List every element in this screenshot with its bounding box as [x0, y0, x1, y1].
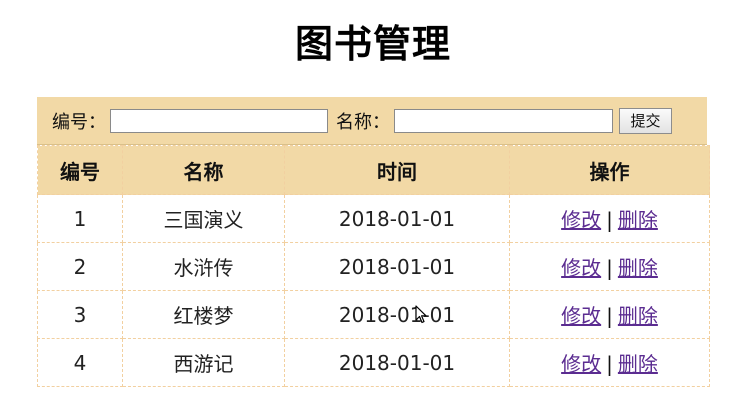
- column-header-actions: 操作: [509, 145, 710, 195]
- book-time-cell: 2018-01-01: [284, 338, 510, 387]
- edit-link[interactable]: 修改: [561, 208, 601, 232]
- column-header-id: 编号: [37, 145, 123, 195]
- book-id-cell: 1: [37, 194, 123, 243]
- column-header-time: 时间: [284, 145, 510, 195]
- table-row: 2 水浒传 2018-01-01 修改 | 删除: [37, 242, 710, 291]
- book-management-page: 图书管理 编号： 名称： 提交 编号 名称 时间 操作 1 三国演义 2018-…: [0, 0, 746, 411]
- edit-link[interactable]: 修改: [561, 352, 601, 376]
- name-label: 名称：: [336, 111, 390, 133]
- book-time-cell: 2018-01-01: [284, 242, 510, 291]
- delete-link[interactable]: 删除: [618, 352, 658, 376]
- book-name-cell: 西游记: [122, 338, 285, 387]
- book-id-cell: 4: [37, 338, 123, 387]
- search-form: 编号： 名称： 提交: [37, 97, 707, 145]
- book-name-cell: 水浒传: [122, 242, 285, 291]
- edit-link[interactable]: 修改: [561, 256, 601, 280]
- book-time-cell: 2018-01-01: [284, 194, 510, 243]
- action-separator: |: [606, 208, 613, 232]
- action-separator: |: [606, 256, 613, 280]
- book-actions-cell: 修改 | 删除: [509, 338, 710, 387]
- id-input[interactable]: [110, 108, 328, 133]
- books-table: 编号 名称 时间 操作 1 三国演义 2018-01-01 修改 | 删除 2 水浒…: [37, 145, 710, 387]
- book-actions-cell: 修改 | 删除: [509, 290, 710, 339]
- column-header-name: 名称: [122, 145, 285, 195]
- book-actions-cell: 修改 | 删除: [509, 242, 710, 291]
- book-id-cell: 3: [37, 290, 123, 339]
- action-separator: |: [606, 352, 613, 376]
- book-time-cell: 2018-01-01: [284, 290, 510, 339]
- delete-link[interactable]: 删除: [618, 304, 658, 328]
- book-actions-cell: 修改 | 删除: [509, 194, 710, 243]
- submit-button[interactable]: 提交: [619, 107, 672, 134]
- id-label: 编号：: [52, 111, 106, 133]
- table-row: 1 三国演义 2018-01-01 修改 | 删除: [37, 194, 710, 243]
- edit-link[interactable]: 修改: [561, 304, 601, 328]
- table-header-row: 编号 名称 时间 操作: [37, 145, 710, 195]
- delete-link[interactable]: 删除: [618, 256, 658, 280]
- table-row: 3 红楼梦 2018-01-01 修改 | 删除: [37, 290, 710, 339]
- book-name-cell: 三国演义: [122, 194, 285, 243]
- table-row: 4 西游记 2018-01-01 修改 | 删除: [37, 338, 710, 387]
- page-title: 图书管理: [294, 22, 451, 66]
- book-name-cell: 红楼梦: [122, 290, 285, 339]
- action-separator: |: [606, 304, 613, 328]
- book-id-cell: 2: [37, 242, 123, 291]
- delete-link[interactable]: 删除: [618, 208, 658, 232]
- name-input[interactable]: [394, 108, 613, 133]
